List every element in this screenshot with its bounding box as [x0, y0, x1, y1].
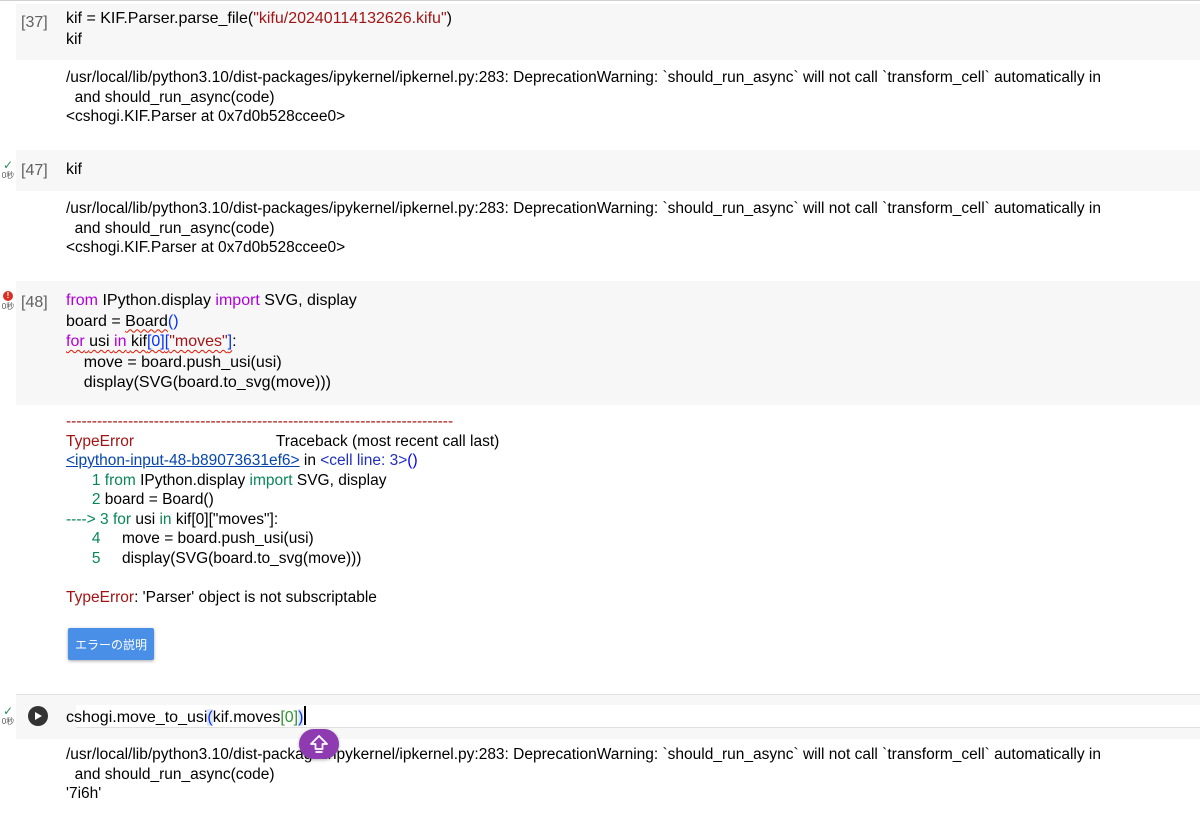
- exec-time: 0秒: [1, 302, 15, 311]
- traceback-output: ----------------------------------------…: [66, 413, 500, 606]
- exec-time: 0秒: [1, 717, 15, 726]
- traceback-link[interactable]: <ipython-input-48-b89073631ef6>: [66, 452, 300, 469]
- run-status: ✓ 0秒: [0, 158, 16, 181]
- explain-error-button[interactable]: エラーの説明: [68, 628, 154, 660]
- execution-count: [48]: [21, 294, 48, 311]
- execution-count: [37]: [21, 14, 48, 31]
- code-source[interactable]: kif: [66, 160, 82, 181]
- check-icon: ✓: [2, 158, 14, 172]
- run-icon[interactable]: [28, 706, 48, 726]
- scroll-up-icon[interactable]: [299, 729, 339, 759]
- run-status: ✓ 0秒: [0, 704, 16, 727]
- check-icon: ✓: [2, 704, 14, 718]
- code-source[interactable]: cshogi.move_to_usi(kif.moves[0]): [66, 706, 307, 729]
- cell-output: /usr/local/lib/python3.10/dist-packages/…: [66, 746, 1101, 802]
- run-status: ! 0秒: [0, 291, 16, 312]
- code-editor[interactable]: [16, 150, 1200, 191]
- top-divider: [0, 0, 1200, 1]
- cell-output: /usr/local/lib/python3.10/dist-packages/…: [66, 69, 1101, 125]
- code-source[interactable]: kif = KIF.Parser.parse_file("kifu/202401…: [66, 9, 452, 50]
- execution-count: [47]: [21, 162, 48, 179]
- text-cursor: [304, 706, 307, 725]
- error-icon: !: [3, 291, 13, 301]
- cell-output: /usr/local/lib/python3.10/dist-packages/…: [66, 200, 1101, 256]
- code-source[interactable]: from IPython.display import SVG, display…: [66, 291, 357, 394]
- exec-time: 0秒: [1, 171, 15, 180]
